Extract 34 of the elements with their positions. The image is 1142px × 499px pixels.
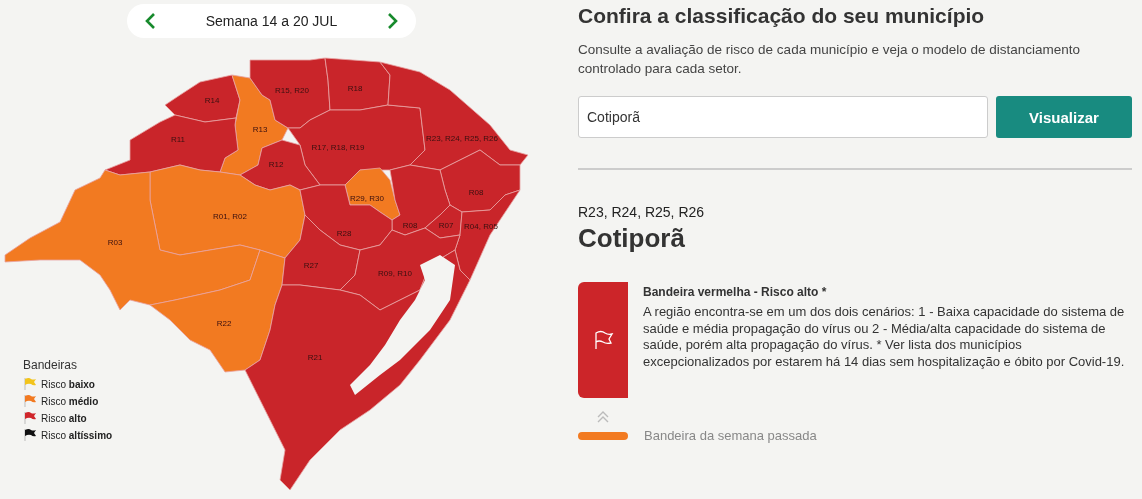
region-label: R11	[170, 135, 186, 144]
region-label: R28	[336, 229, 352, 238]
region-label: R01, R02	[213, 212, 247, 221]
region-label: R15, R20	[275, 86, 309, 95]
legend-title: Bandeiras	[23, 358, 79, 372]
view-button[interactable]: Visualizar	[996, 96, 1132, 138]
region-label: R08	[468, 188, 484, 197]
region-label: R29, R30	[350, 194, 384, 203]
region-label: R23, R24, R25, R26	[426, 134, 498, 143]
legend-label: Risco médio	[41, 395, 99, 407]
region-label: R13	[252, 125, 268, 134]
flag-description: A região encontra-se em um dos dois cenários: 1 - Baixa capacidade do sistema de saúde e média propagação do vírus ou 2 - Média/alta capacidade do sistema de saúde, porém alta propagação do vírus. * Ver lista dos municípios excepcionalizados por estarem há 14 dias sem hospitalização e óbito por Covid-19.	[643, 304, 1126, 370]
region-label: R27	[303, 261, 319, 270]
previous-flag-label: Bandeira da semana passada	[644, 428, 817, 443]
region-label: R18	[347, 84, 363, 93]
region-label: R22	[216, 319, 232, 328]
region-codes: R23, R24, R25, R26	[578, 204, 706, 220]
region-label: R17, R18, R19	[311, 143, 365, 152]
legend-label: Risco baixo	[41, 378, 95, 390]
region-label: R09, R10	[378, 269, 412, 278]
region-label: R07	[438, 221, 454, 230]
region-label: R03	[107, 238, 123, 247]
week-label: Semana 14 a 20 JUL	[205, 13, 338, 29]
legend-label: Risco alto	[41, 412, 87, 424]
region-label: R14	[204, 96, 220, 105]
section-description: Consulte a avaliação de risco de cada município e veja o modelo de distanciamento controlado para cada setor.	[578, 41, 1082, 78]
flag-title: Bandeira vermelha - Risco alto *	[643, 285, 828, 299]
municipality-field[interactable]: Cotiporã	[578, 96, 988, 138]
municipality-name: Cotiporã	[578, 223, 686, 254]
region-label: R12	[268, 160, 284, 169]
region-label: R08	[402, 221, 418, 230]
region-label: R21	[307, 353, 323, 362]
legend-label: Risco altíssimo	[41, 429, 113, 441]
section-title: Confira a classificação do seu município	[578, 4, 986, 28]
